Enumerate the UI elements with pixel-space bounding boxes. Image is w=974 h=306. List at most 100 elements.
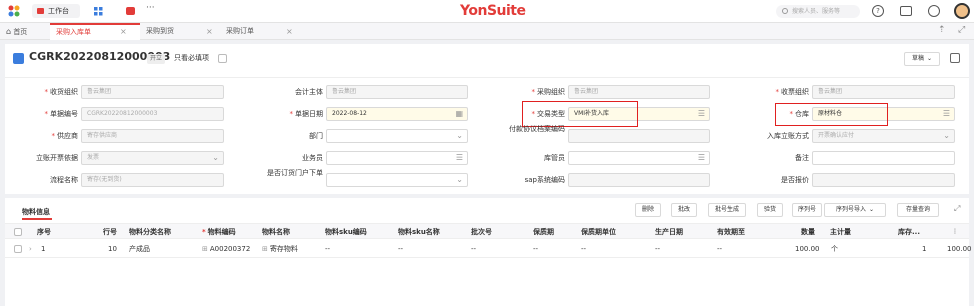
chat-icon[interactable] <box>900 6 912 16</box>
col-shelf-life[interactable]: 保质期 <box>533 224 554 240</box>
chevron-down-icon[interactable]: ⌄ <box>456 174 463 186</box>
stock-query-button[interactable]: 存量查询 <box>897 203 939 217</box>
search-placeholder: 搜索人员、服务等 <box>792 8 841 15</box>
list-icon[interactable]: ☰ <box>698 152 705 164</box>
pin-icon[interactable]: ⇡ <box>938 25 946 35</box>
cell-material-code[interactable]: ⊞ A00200372 <box>202 241 250 258</box>
col-sku-code[interactable]: 物料sku编码 <box>325 224 367 240</box>
status-badge: 开立 <box>147 54 166 64</box>
invoice-basis-field[interactable]: 发票 ⌄ <box>81 151 224 165</box>
supplier-field[interactable]: 寄存供应商 <box>81 129 224 143</box>
label-invoice-org: * 收票组织 <box>775 88 810 96</box>
workbench-button[interactable]: 工作台 <box>32 4 80 18</box>
message-icon[interactable] <box>126 7 135 15</box>
label-payment-agreement: 付款协议档案编码 <box>509 125 565 133</box>
invoice-org-field[interactable]: 鲁云集团 <box>812 85 955 99</box>
expand-row-icon[interactable]: › <box>29 241 32 258</box>
col-shelf-unit[interactable]: 保质期单位 <box>581 224 616 240</box>
tab-purchase-order[interactable]: 采购订单 × <box>220 23 300 40</box>
ref-icon: ⊞ <box>262 245 268 253</box>
order-inbound-field[interactable]: ⌄ <box>326 173 468 187</box>
more-menu[interactable]: ··· <box>146 3 155 13</box>
table-row[interactable]: › 1 10 产成品 ⊞ A00200372 ⊞ 寄存物料 -- -- -- -- … <box>5 241 972 258</box>
col-category[interactable]: 物料分类名称 <box>129 224 171 240</box>
cell-main-unit: 个 <box>831 245 838 253</box>
user-avatar[interactable] <box>954 3 970 19</box>
remark-field[interactable] <box>812 151 955 165</box>
dept-field[interactable]: ⌄ <box>326 129 468 143</box>
tab-home-label: 首页 <box>13 28 28 36</box>
col-expiry[interactable]: 有效期至 <box>717 224 745 240</box>
list-icon[interactable]: ☰ <box>698 108 705 120</box>
col-production-date[interactable]: 生产日期 <box>655 224 683 240</box>
app-logo-icon[interactable] <box>8 5 20 17</box>
label-salesman: 业务员 <box>302 154 323 162</box>
label-doc-no: * 单据编号 <box>44 110 79 118</box>
material-tab-underline <box>22 218 52 220</box>
payment-agreement-field[interactable] <box>568 129 710 143</box>
select-all-checkbox[interactable] <box>14 228 22 236</box>
close-icon[interactable]: × <box>286 23 293 40</box>
inbound-method-field[interactable]: 开票确认应付 ⌄ <box>812 129 955 143</box>
col-main-unit[interactable]: 主计量 <box>830 224 851 240</box>
cell-seq: 1 <box>41 245 46 253</box>
column-settings-icon[interactable]: ⫶ <box>954 224 956 240</box>
sap-field[interactable] <box>568 173 710 187</box>
col-stock[interactable]: 库存... <box>898 224 920 240</box>
cell-material-name[interactable]: ⊞ 寄存物料 <box>262 241 298 258</box>
print-icon[interactable] <box>950 53 960 63</box>
serial-import-button[interactable]: 序列号导入 ⌄ <box>824 203 886 217</box>
col-quantity[interactable]: 数量 <box>801 224 815 240</box>
tab-home[interactable]: ⌂ 首页 <box>0 23 50 40</box>
flow-field[interactable]: 寄存(无到货) <box>81 173 224 187</box>
col-material-name[interactable]: 物料名称 <box>262 224 290 240</box>
chevron-down-icon: ⌄ <box>868 206 875 213</box>
list-icon[interactable]: ☰ <box>943 108 950 120</box>
col-sku-name[interactable]: 物料sku名称 <box>398 224 440 240</box>
calendar-icon[interactable]: ▦ <box>455 108 463 120</box>
list-icon[interactable]: ☰ <box>456 152 463 164</box>
label-flow: 流程名称 <box>50 176 78 184</box>
close-icon[interactable]: × <box>206 23 213 40</box>
chevron-down-icon[interactable]: ⌄ <box>456 130 463 142</box>
serial-no-button[interactable]: 序列号 <box>792 203 822 217</box>
tab-purchase-inbound[interactable]: 采购入库单 × <box>50 23 140 40</box>
col-material-code[interactable]: * 物料编码 <box>202 224 236 240</box>
top-bar: 工作台 ··· YonSuite 搜索人员、服务等 ? <box>0 0 974 23</box>
tab-material-info[interactable]: 物料信息 <box>22 207 50 217</box>
cell-production-date: -- <box>655 245 661 253</box>
settings-icon[interactable] <box>928 5 940 17</box>
batch-generate-button[interactable]: 批号生成 <box>708 203 746 217</box>
row-checkbox[interactable] <box>14 245 22 253</box>
account-entity-field[interactable]: 鲁云集团 <box>326 85 468 99</box>
cell-sku-code: -- <box>325 245 331 253</box>
col-seq[interactable]: 序号 <box>37 224 51 240</box>
chevron-down-icon[interactable]: ⌄ <box>943 130 950 142</box>
fullscreen-icon[interactable]: ⤢ <box>954 204 960 214</box>
highlight-trade-type <box>522 101 638 127</box>
receive-org-field[interactable]: 鲁云集团 <box>81 85 224 99</box>
quote-field[interactable] <box>812 173 955 187</box>
col-line-no[interactable]: 行号 <box>103 224 117 240</box>
salesman-field[interactable]: ☰ <box>326 151 468 165</box>
draft-button[interactable]: 草稿 ⌄ <box>904 52 940 66</box>
doc-no-field[interactable]: CGRK20220812000003 <box>81 107 224 121</box>
close-icon[interactable]: × <box>120 25 127 39</box>
label-purchase-org: * 采购组织 <box>531 88 566 96</box>
global-search[interactable]: 搜索人员、服务等 <box>776 5 860 18</box>
batch-edit-button[interactable]: 批改 <box>671 203 697 217</box>
chevron-down-icon[interactable]: ⌄ <box>212 152 219 164</box>
keeper-field[interactable]: ☰ <box>568 151 710 165</box>
expand-icon[interactable]: ⤢ <box>958 25 965 35</box>
only-required-checkbox[interactable] <box>218 54 227 63</box>
delete-button[interactable]: 删除 <box>635 203 661 217</box>
tab-purchase-arrival[interactable]: 采购到货 × <box>140 23 220 40</box>
apps-grid-icon[interactable] <box>94 7 103 16</box>
purchase-org-field[interactable]: 鲁云集团 <box>568 85 710 99</box>
col-batch[interactable]: 批次号 <box>471 224 492 240</box>
inspect-button[interactable]: 验货 <box>757 203 783 217</box>
help-icon[interactable]: ? <box>872 5 884 17</box>
label-quote: 是否报价 <box>781 176 809 184</box>
doc-date-field[interactable]: 2022-08-12 ▦ <box>326 107 468 121</box>
label-receive-org: * 收货组织 <box>44 88 79 96</box>
